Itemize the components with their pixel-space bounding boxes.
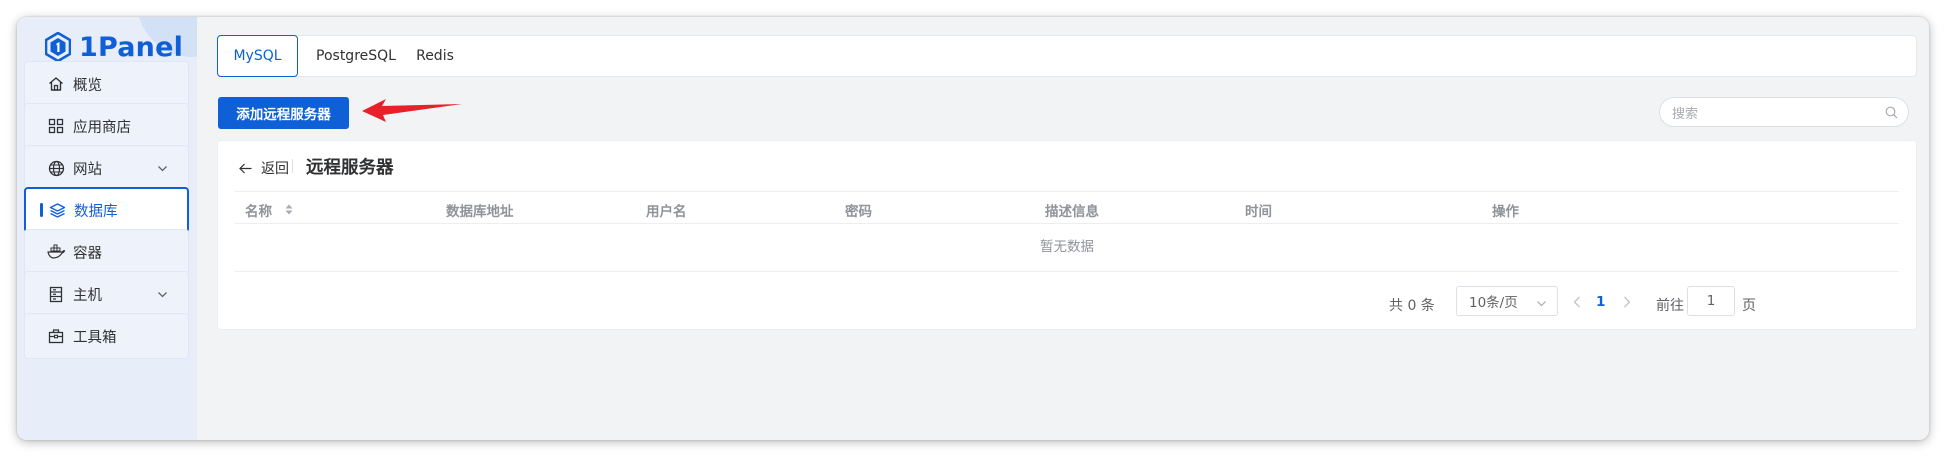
chevron-down-icon xyxy=(1536,297,1547,313)
goto-page-input[interactable]: 1 xyxy=(1687,286,1735,316)
goto-label: 前往 xyxy=(1656,298,1684,314)
remote-server-panel: 返回 远程服务器 名称 数据库地址 用户名 密码 描述信息 时间 操作 暂无数据… xyxy=(217,140,1917,330)
sidebar-item-label: 概览 xyxy=(73,77,102,94)
server-icon xyxy=(47,285,65,303)
tab-mysql[interactable]: MySQL xyxy=(217,35,298,77)
sidebar-item-toolbox[interactable]: 工具箱 xyxy=(24,313,189,359)
sidebar-item-database[interactable]: 数据库 xyxy=(24,187,189,233)
add-remote-server-button[interactable]: 添加远程服务器 xyxy=(218,97,349,129)
search-input[interactable]: 搜索 xyxy=(1659,97,1909,127)
annotation-arrow xyxy=(362,99,462,122)
empty-table-message: 暂无数据 xyxy=(235,224,1899,272)
sidebar-item-label: 容器 xyxy=(73,245,102,262)
home-icon xyxy=(47,75,65,93)
divider xyxy=(292,159,293,173)
database-type-tabs: MySQL PostgreSQL Redis xyxy=(217,35,1917,77)
tab-redis[interactable]: Redis xyxy=(410,36,460,78)
total-count: 共 0 条 xyxy=(1389,298,1435,314)
sidebar-item-label: 网站 xyxy=(73,161,102,178)
logo-icon xyxy=(45,32,71,62)
docker-icon xyxy=(47,243,65,261)
back-button[interactable]: 返回 xyxy=(239,158,289,178)
back-label: 返回 xyxy=(261,161,289,177)
goto-suffix: 页 xyxy=(1742,298,1756,314)
column-header-username: 用户名 xyxy=(646,204,687,220)
tab-label: Redis xyxy=(416,48,454,64)
sidebar-item-label: 主机 xyxy=(73,287,102,304)
column-header-password: 密码 xyxy=(845,204,872,220)
app-name: 1Panel xyxy=(79,31,184,63)
column-header-description: 描述信息 xyxy=(1045,204,1099,220)
tab-postgresql[interactable]: PostgreSQL xyxy=(306,36,406,78)
sidebar-item-app-store[interactable]: 应用商店 xyxy=(24,103,189,149)
column-header-actions: 操作 xyxy=(1492,204,1519,220)
sidebar-item-overview[interactable]: 概览 xyxy=(24,61,189,107)
prev-page-icon[interactable] xyxy=(1573,296,1581,308)
chevron-down-icon[interactable] xyxy=(157,162,168,178)
sidebar-item-host[interactable]: 主机 xyxy=(24,271,189,317)
page-title: 远程服务器 xyxy=(306,158,394,178)
column-label: 名称 xyxy=(245,204,272,220)
column-header-address: 数据库地址 xyxy=(446,204,514,220)
tab-label: PostgreSQL xyxy=(316,48,396,64)
grid-icon xyxy=(47,117,65,135)
column-header-name[interactable]: 名称 xyxy=(245,200,272,220)
sort-icon[interactable] xyxy=(285,204,293,215)
toolbox-icon xyxy=(47,327,65,345)
sidebar-item-label: 数据库 xyxy=(74,203,118,220)
page-size-value: 10条/页 xyxy=(1469,295,1518,311)
arrow-left-icon xyxy=(239,163,252,173)
current-page[interactable]: 1 xyxy=(1596,294,1605,310)
table-header: 名称 数据库地址 用户名 密码 描述信息 时间 操作 xyxy=(235,191,1899,224)
app-window: 1Panel 概览 应用商店 网站 数据库 容器 主机 工具箱 MySQL Po… xyxy=(17,17,1929,440)
sidebar-item-website[interactable]: 网站 xyxy=(24,145,189,191)
sidebar-item-container[interactable]: 容器 xyxy=(24,229,189,275)
sidebar-item-label: 工具箱 xyxy=(73,329,117,346)
globe-icon xyxy=(47,159,65,177)
search-placeholder: 搜索 xyxy=(1672,106,1699,122)
search-icon xyxy=(1885,106,1898,123)
next-page-icon[interactable] xyxy=(1623,296,1631,308)
sidebar-item-label: 应用商店 xyxy=(73,119,131,136)
active-indicator xyxy=(40,203,43,217)
tab-label: MySQL xyxy=(233,48,282,64)
chevron-down-icon[interactable] xyxy=(157,288,168,304)
page-size-select[interactable]: 10条/页 xyxy=(1456,286,1558,316)
layers-icon xyxy=(48,201,66,219)
column-header-time: 时间 xyxy=(1245,204,1272,220)
sidebar: 1Panel 概览 应用商店 网站 数据库 容器 主机 工具箱 xyxy=(17,17,197,440)
